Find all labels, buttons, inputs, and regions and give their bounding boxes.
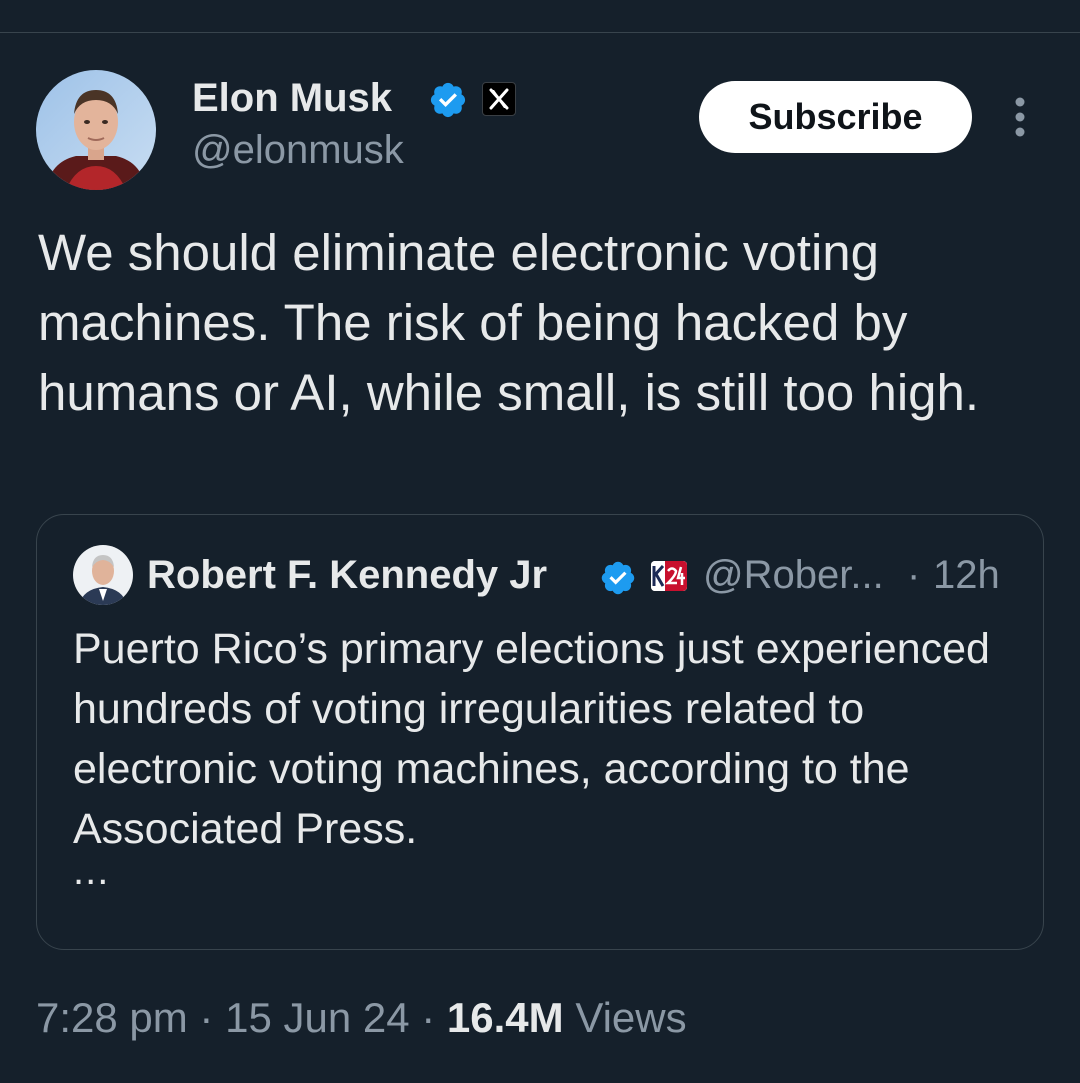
subscribe-button[interactable]: Subscribe: [699, 81, 972, 153]
author-avatar[interactable]: [36, 70, 156, 190]
quoted-tweet-ellipsis: ...: [73, 849, 110, 893]
quoted-author-handle[interactable]: @Rober...: [703, 553, 884, 598]
verified-badge-icon: [430, 82, 466, 118]
meta-separator: ·: [409, 994, 447, 1041]
quoted-author-avatar[interactable]: [73, 545, 133, 605]
quoted-verified-badge-icon: [601, 561, 635, 595]
author-name[interactable]: Elon Musk: [192, 76, 392, 121]
views-count[interactable]: 16.4M: [447, 994, 564, 1041]
tweet-meta: 7:28 pm · 15 Jun 24 · 16.4M Views: [36, 994, 687, 1042]
quoted-timestamp[interactable]: 12h: [933, 553, 1000, 598]
more-vertical-icon[interactable]: [1004, 96, 1036, 138]
kennedy24-icon: [651, 561, 687, 591]
quoted-separator: ·: [907, 553, 921, 597]
top-divider: [0, 32, 1080, 33]
tweet-text: We should eliminate electronic voting ma…: [38, 224, 980, 421]
tweet-time[interactable]: 7:28 pm: [36, 994, 188, 1041]
x-logo-icon: [482, 82, 516, 116]
meta-separator: ·: [187, 994, 226, 1041]
author-handle[interactable]: @elonmusk: [192, 128, 404, 173]
views-label: Views: [575, 994, 687, 1041]
quoted-tweet-card[interactable]: Robert F. Kennedy Jr @Rober... · 12h Pue…: [36, 514, 1044, 950]
quoted-author-name[interactable]: Robert F. Kennedy Jr: [147, 553, 547, 598]
quoted-tweet-text: Puerto Rico’s primary elections just exp…: [73, 625, 990, 853]
tweet-date[interactable]: 15 Jun 24: [225, 994, 410, 1041]
